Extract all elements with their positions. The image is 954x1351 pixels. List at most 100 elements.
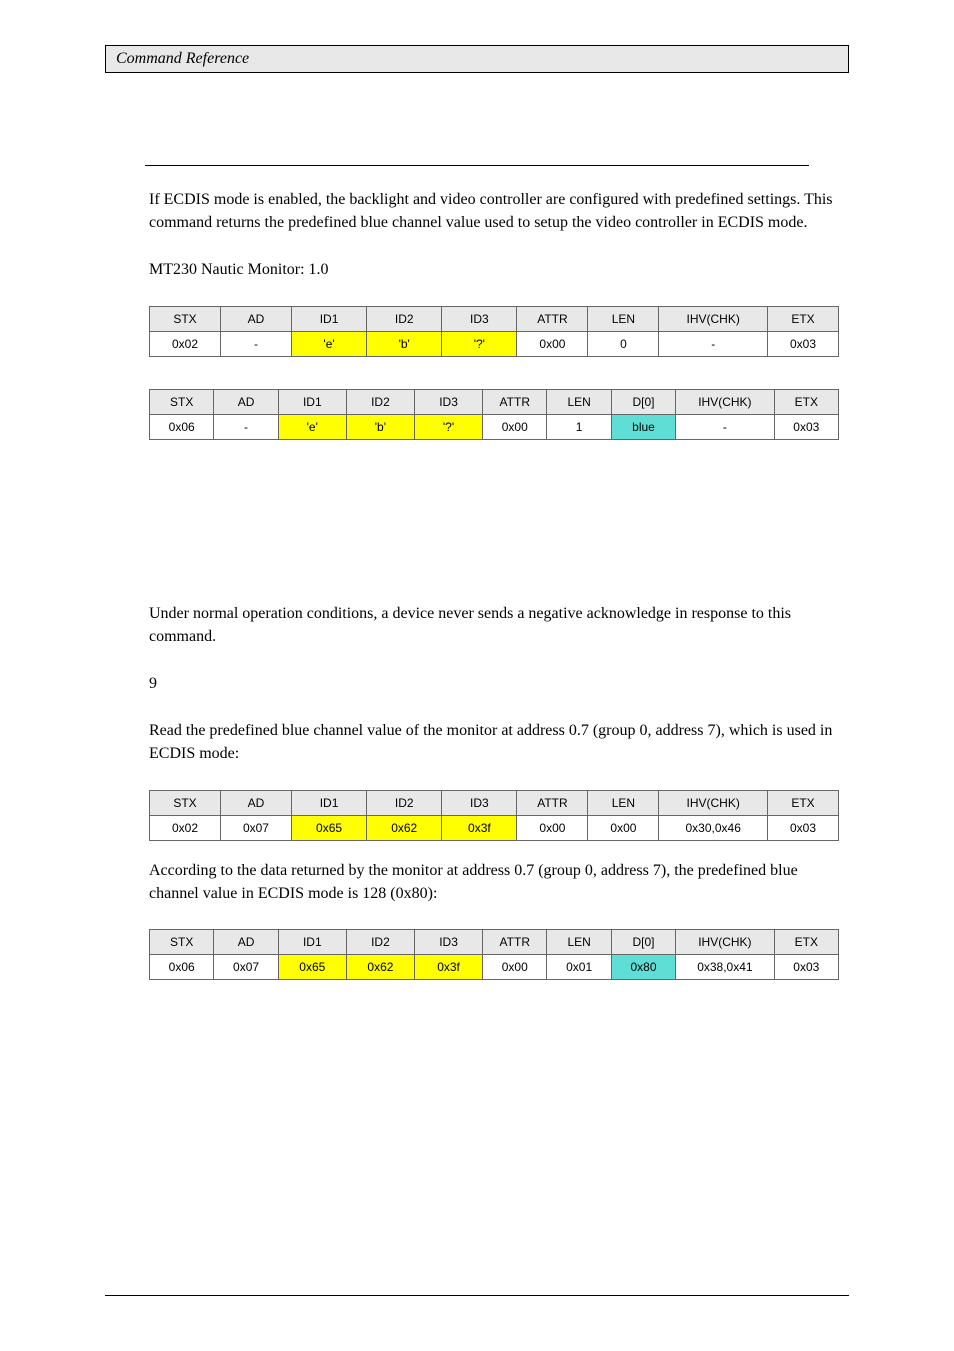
table-header: ETX [774,389,838,414]
table-header: IHV(CHK) [676,929,774,954]
request-table-wrap: STXADID1ID2ID3ATTRLENIHV(CHK)ETX0x02-'e'… [149,306,839,357]
table-cell: 1 [547,414,611,439]
table-cell: 0x00 [588,815,659,840]
table-cell: - [659,331,768,356]
length-text: 9 [149,672,839,695]
table-header: IHV(CHK) [659,306,768,331]
table-cell: 0x65 [291,815,366,840]
ack-table: STXADID1ID2ID3ATTRLEND[0]IHV(CHK)ETX 0x06… [149,389,839,440]
table-cell: 0x62 [346,954,414,979]
table-cell: 0x06 [150,954,214,979]
table-cell: - [220,331,291,356]
table-cell: 0x62 [367,815,442,840]
table-header: ID2 [367,790,442,815]
table-header: STX [150,389,214,414]
example-table-2: STXADID1ID2ID3ATTRLEND[0]IHV(CHK)ETX 0x06… [149,929,839,980]
table-header: STX [150,790,221,815]
request-table: STXADID1ID2ID3ATTRLENIHV(CHK)ETX0x02-'e'… [149,306,839,357]
table-header: ID3 [442,306,517,331]
table-cell: 0x38,0x41 [676,954,774,979]
table-header: ID1 [278,929,346,954]
table-cell: blue [611,414,675,439]
table-cell: 0x07 [214,954,278,979]
table-header: ETX [767,790,838,815]
example-p1-section: Read the predefined blue channel value o… [149,719,839,765]
table-cell: '?' [414,414,482,439]
example-p2-text: According to the data returned by the mo… [149,859,839,905]
example-t2-wrap: STXADID1ID2ID3ATTRLEND[0]IHV(CHK)ETX 0x06… [149,929,839,980]
firmware-section: MT230 Nautic Monitor: 1.0 [149,258,839,281]
table-header: AD [214,389,278,414]
table-cell: - [676,414,774,439]
footer-separator [105,1295,849,1296]
table-header: ATTR [517,306,588,331]
section-separator [145,165,809,166]
table-cell: 0x07 [220,815,291,840]
table-cell: 0x3f [442,815,517,840]
table-header: ATTR [483,389,547,414]
table-cell: 0x03 [774,414,838,439]
table-header: ID3 [442,790,517,815]
table-header: LEN [547,389,611,414]
example-t1-wrap: STXADID1ID2ID3ATTRLENIHV(CHK)ETX 0x020x07… [149,790,839,841]
table-cell: 'e' [278,414,346,439]
table-header: ID1 [291,306,366,331]
table-header: ID2 [346,929,414,954]
table-header: IHV(CHK) [676,389,774,414]
table-cell: 0x03 [774,954,838,979]
table-header: AD [214,929,278,954]
table-header: STX [150,306,221,331]
table-cell: 0x03 [767,815,838,840]
table-header: ID3 [414,389,482,414]
table-cell: 'b' [367,331,442,356]
table-cell: - [214,414,278,439]
description-text: If ECDIS mode is enabled, the backlight … [149,188,839,234]
nak-text: Under normal operation conditions, a dev… [149,602,839,648]
table-header: ETX [767,306,838,331]
table-header: LEN [588,790,659,815]
table-header: ID1 [291,790,366,815]
table-cell: 0x00 [517,815,588,840]
table-header: ID1 [278,389,346,414]
table-cell: 0 [588,331,659,356]
table-header: ID3 [414,929,482,954]
table-cell: 0x00 [483,414,547,439]
table-cell: 0x65 [278,954,346,979]
table-header: ETX [774,929,838,954]
table-cell: 'e' [291,331,366,356]
table-cell: 'b' [346,414,414,439]
ack-table-wrap: STXADID1ID2ID3ATTRLEND[0]IHV(CHK)ETX 0x06… [149,389,839,440]
example-p2-section: According to the data returned by the mo… [149,859,839,905]
table-header: ATTR [517,790,588,815]
table-cell: 0x00 [517,331,588,356]
table-header: LEN [588,306,659,331]
description-section: If ECDIS mode is enabled, the backlight … [149,188,839,234]
table-header: AD [220,790,291,815]
length-section: 9 [149,672,839,695]
table-cell: 0x00 [483,954,547,979]
table-cell: 0x80 [611,954,675,979]
table-header: LEN [547,929,611,954]
nak-section: Under normal operation conditions, a dev… [149,602,839,648]
table-header: ATTR [483,929,547,954]
firmware-text: MT230 Nautic Monitor: 1.0 [149,258,839,281]
example-table-1: STXADID1ID2ID3ATTRLENIHV(CHK)ETX 0x020x07… [149,790,839,841]
table-cell: 0x01 [547,954,611,979]
example-p1-text: Read the predefined blue channel value o… [149,719,839,765]
table-header: IHV(CHK) [659,790,768,815]
table-header: AD [220,306,291,331]
table-header: ID2 [367,306,442,331]
table-cell: 0x06 [150,414,214,439]
table-header: D[0] [611,389,675,414]
table-cell: '?' [442,331,517,356]
table-header: ID2 [346,389,414,414]
table-cell: 0x02 [150,331,221,356]
table-cell: 0x02 [150,815,221,840]
table-cell: 0x3f [414,954,482,979]
table-cell: 0x30,0x46 [659,815,768,840]
table-header: D[0] [611,929,675,954]
table-header: STX [150,929,214,954]
page-header: Command Reference [105,45,849,73]
page-header-text: Command Reference [116,50,249,67]
table-cell: 0x03 [767,331,838,356]
